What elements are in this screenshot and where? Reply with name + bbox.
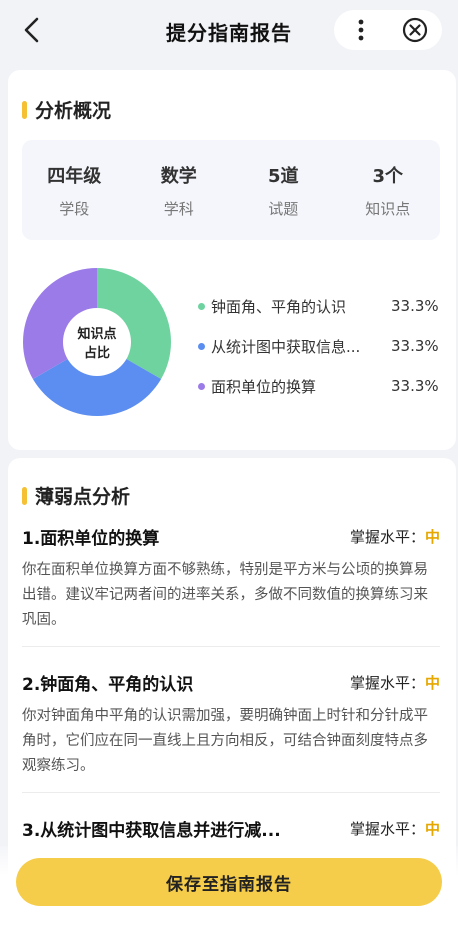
weak-point-name: 1.面积单位的换算 [22,528,160,549]
weak-point-name: 2.钟面角、平角的认识 [22,674,194,695]
mastery-level: 掌握水平：中 [349,673,440,692]
stat-value: 3个 [372,165,404,187]
stat-label: 学段 [59,199,90,218]
overview-card: 分析概况 四年级 学段 数学 学科 5道 试题 3个 知识点 知识点 占比 钟面… [8,70,456,450]
weak-section-title: 薄弱点分析 [22,482,130,509]
stat-subject: 数学 学科 [134,162,224,219]
weak-point-desc: 你在面积单位换算方面不够熟练，特别是平方米与公顷的换算易出错。建议牢记两者间的进… [22,562,428,628]
weak-point-item[interactable]: 1.面积单位的换算 掌握水平：中 你在面积单位换算方面不够熟练，特别是平方米与公… [22,522,440,633]
back-button[interactable] [16,14,48,46]
stat-value: 数学 [160,165,197,187]
legend-value: 33.3% [391,377,439,395]
legend-item: 从统计图中获取信息... 33.3% [198,326,448,366]
mini-program-capsule [334,10,442,50]
mastery-level: 掌握水平：中 [349,527,440,546]
pie-center-label-line2: 占比 [84,345,110,361]
stat-questions: 5道 试题 [238,162,328,219]
more-button[interactable] [334,10,388,50]
weak-point-name: 3.从统计图中获取信息并进行减... [22,820,281,841]
weak-point-item[interactable]: 2.钟面角、平角的认识 掌握水平：中 你对钟面角中平角的认识需加强，要明确钟面上… [22,668,440,779]
accent-bar [22,486,27,505]
legend-label: 钟面角、平角的认识 [211,297,347,316]
legend-dot [198,342,205,350]
stat-label: 试题 [268,199,299,218]
mastery-level: 掌握水平：中 [349,819,440,838]
legend-value: 33.3% [391,337,439,355]
stat-value: 5道 [267,165,299,187]
close-circle-icon [402,17,428,43]
stat-knowledge-points: 3个 知识点 [343,162,433,219]
divider [22,792,440,793]
pie-center-hole [63,308,131,376]
close-button[interactable] [388,10,442,50]
more-vertical-icon [358,19,364,41]
legend-item: 面积单位的换算 33.3% [198,366,448,406]
stat-label: 知识点 [365,199,411,218]
pie-svg: 知识点 占比 [22,268,172,416]
stat-value: 四年级 [47,165,102,187]
legend-value: 33.3% [391,297,439,315]
legend-dot [198,382,205,390]
accent-bar [22,100,27,119]
page-title: 提分指南报告 [166,20,292,45]
divider [22,646,440,647]
knowledge-pie-chart: 知识点 占比 [22,262,172,422]
legend-label: 面积单位的换算 [211,377,317,396]
pie-center-label-line1: 知识点 [77,326,116,342]
stat-label: 学科 [163,199,194,218]
overview-section-title: 分析概况 [22,96,111,123]
legend-item: 钟面角、平角的认识 33.3% [198,286,448,326]
pie-legend: 钟面角、平角的认识 33.3% 从统计图中获取信息... 33.3% 面积单位的… [198,286,448,406]
legend-label: 从统计图中获取信息... [211,337,361,356]
chevron-left-icon [24,17,39,43]
weak-point-desc: 你对钟面角中平角的认识需加强，要明确钟面上时针和分针成平角时，它们应在同一直线上… [22,708,428,774]
save-to-guide-button[interactable]: 保存至指南报告 [16,858,442,906]
legend-dot [198,302,205,310]
top-bar: 提分指南报告 [0,0,458,62]
summary-stats: 四年级 学段 数学 学科 5道 试题 3个 知识点 [22,140,440,240]
weak-point-item[interactable]: 3.从统计图中获取信息并进行减... 掌握水平：中 [22,814,440,842]
stat-grade: 四年级 学段 [29,162,119,219]
